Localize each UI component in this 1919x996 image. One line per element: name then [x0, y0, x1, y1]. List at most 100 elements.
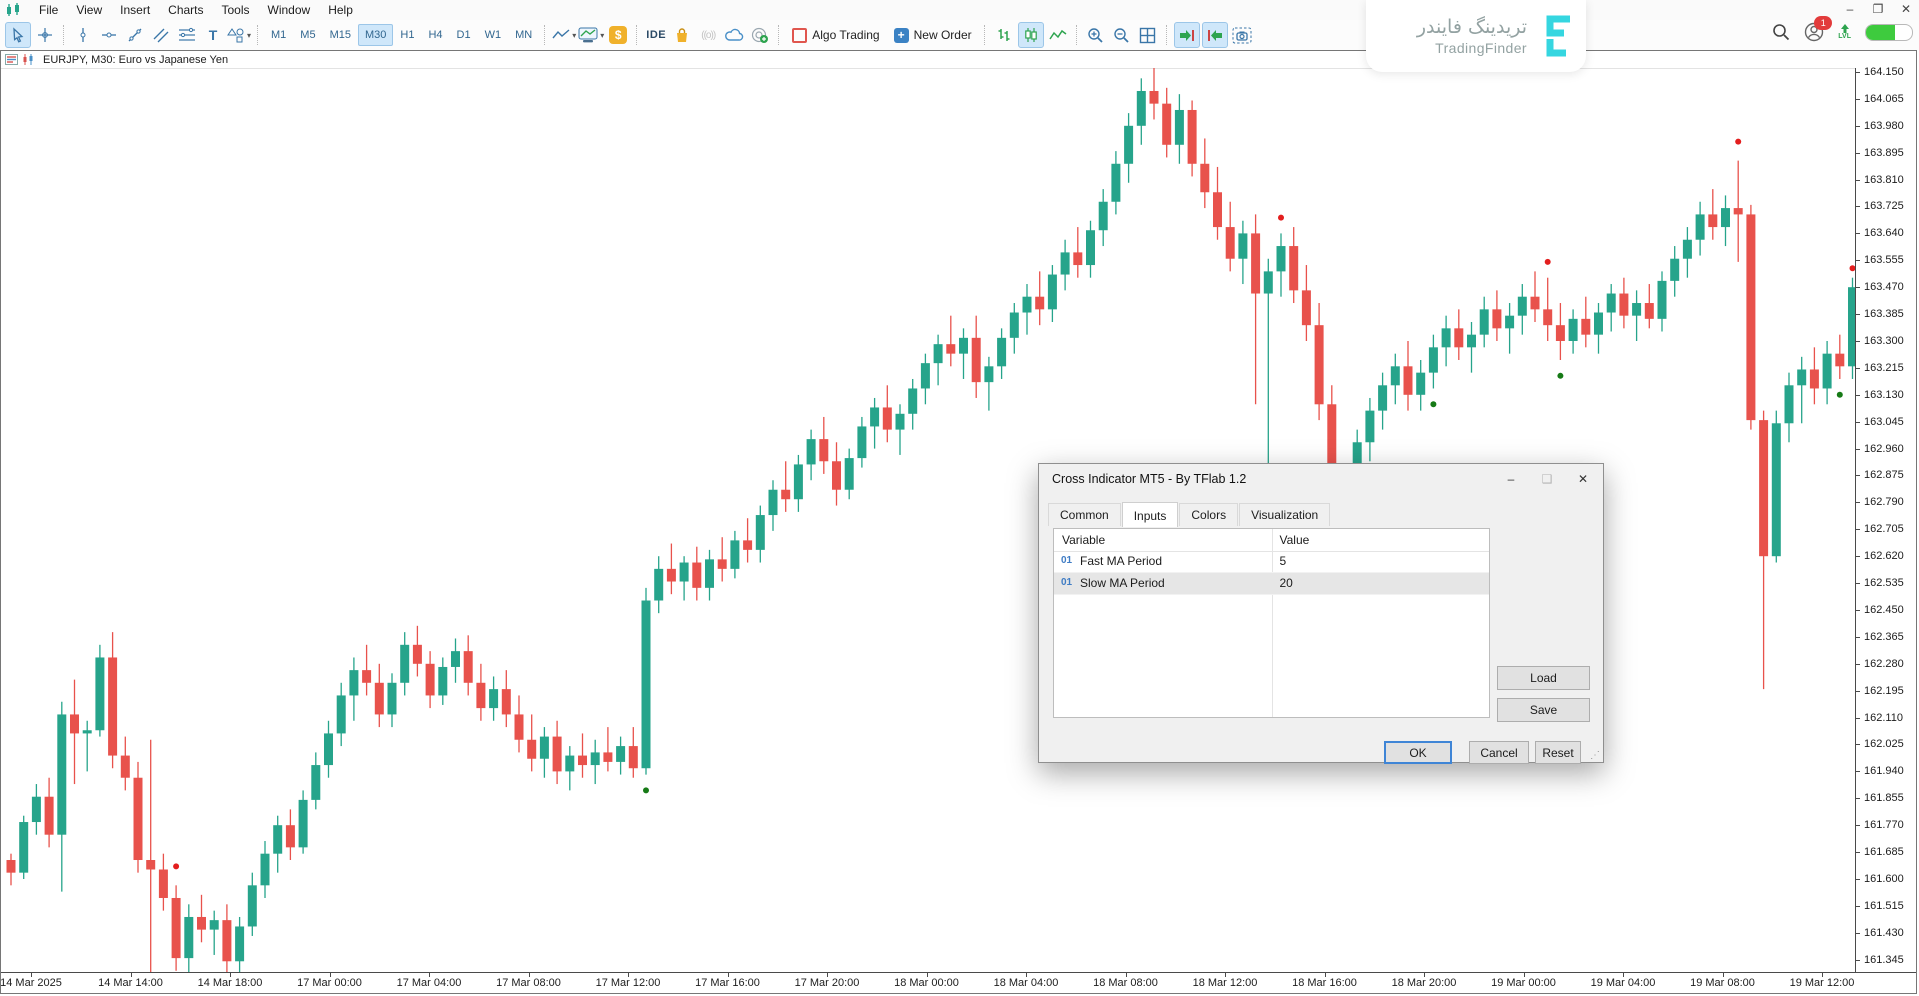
price-tick	[1856, 556, 1860, 557]
indicator-window-icon	[578, 27, 598, 43]
timeframe-m5[interactable]: M5	[293, 24, 322, 46]
timeframe-d1[interactable]: D1	[450, 24, 478, 46]
crosshair-icon	[37, 27, 53, 43]
menu-file[interactable]: File	[30, 1, 67, 19]
market-button[interactable]	[670, 23, 694, 47]
search-icon[interactable]	[1772, 23, 1790, 41]
menu-help[interactable]: Help	[319, 1, 362, 19]
line-chart-icon	[552, 28, 570, 42]
cursor-tool-button[interactable]	[5, 22, 31, 48]
channel-tool-button[interactable]	[149, 23, 173, 47]
menu-insert[interactable]: Insert	[111, 1, 159, 19]
menu-window[interactable]: Window	[259, 1, 320, 19]
cancel-button[interactable]: Cancel	[1469, 741, 1529, 764]
signals-button[interactable]: ((o))	[696, 23, 720, 47]
window-minimize-button[interactable]: –	[1841, 2, 1859, 16]
zoom-out-button[interactable]	[1110, 23, 1134, 47]
variable-value[interactable]: 20	[1280, 576, 1293, 590]
currency-button[interactable]: $	[606, 23, 630, 47]
zoom-in-button[interactable]	[1084, 23, 1108, 47]
fibonacci-tool-button[interactable]	[175, 23, 199, 47]
dialog-close-button[interactable]: ✕	[1565, 472, 1601, 486]
price-tick	[1856, 449, 1860, 450]
tab-common[interactable]: Common	[1048, 503, 1121, 526]
time-label: 19 Mar 12:00	[1790, 977, 1855, 989]
shapes-tool-button[interactable]: ▾	[227, 23, 251, 47]
price-label: 162.110	[1864, 712, 1903, 724]
ok-button[interactable]: OK	[1384, 741, 1452, 764]
menu-view[interactable]: View	[67, 1, 111, 19]
price-tick	[1856, 180, 1860, 181]
dialog-titlebar[interactable]: Cross Indicator MT5 - By TFlab 1.2 – ❑ ✕	[1039, 464, 1603, 494]
indicators-dropdown-button[interactable]: ▾	[578, 23, 604, 47]
table-rows: 01Fast MA Period501Slow MA Period20	[1054, 551, 1489, 595]
menu-tools[interactable]: Tools	[213, 1, 259, 19]
tile-windows-button[interactable]	[1136, 23, 1160, 47]
window-restore-button[interactable]: ❐	[1869, 2, 1887, 16]
price-tick	[1856, 771, 1860, 772]
mini-candles-icon[interactable]	[22, 54, 35, 65]
reset-button[interactable]: Reset	[1535, 741, 1581, 764]
time-label: 17 Mar 20:00	[795, 977, 860, 989]
line-chart-type-button[interactable]	[1046, 23, 1070, 47]
toolbar-separator	[544, 25, 546, 45]
timeframe-m15[interactable]: M15	[323, 24, 358, 46]
price-tick	[1856, 368, 1860, 369]
tab-colors[interactable]: Colors	[1179, 503, 1238, 526]
auto-scroll-button[interactable]	[1174, 22, 1200, 48]
menu-charts[interactable]: Charts	[159, 1, 212, 19]
timeframe-mn[interactable]: MN	[508, 24, 539, 46]
price-tick	[1856, 502, 1860, 503]
price-tick	[1856, 260, 1860, 261]
screenshot-button[interactable]	[1230, 23, 1254, 47]
time-label: 18 Mar 20:00	[1392, 977, 1457, 989]
text-tool-button[interactable]: T	[201, 23, 225, 47]
resize-grip[interactable]: ⋰	[1590, 750, 1600, 761]
timeframe-m1[interactable]: M1	[264, 24, 293, 46]
profile-button[interactable]: 1	[1804, 22, 1824, 42]
chart-shift-button[interactable]	[1202, 22, 1228, 48]
price-axis[interactable]: 164.150164.065163.980163.895163.810163.7…	[1855, 68, 1916, 974]
chart-type-dropdown-button[interactable]: ▾	[552, 23, 576, 47]
level-indicator[interactable]: LVL	[1838, 24, 1851, 40]
algo-trading-button[interactable]: Algo Trading	[786, 23, 885, 47]
price-label: 161.600	[1864, 873, 1904, 885]
ide-button[interactable]: IDE	[644, 23, 668, 47]
dialog-minimize-button[interactable]: –	[1493, 472, 1529, 486]
table-row[interactable]: 01Slow MA Period20	[1054, 573, 1489, 595]
shapes-icon	[227, 27, 245, 43]
inputs-table[interactable]: Variable Value 01Fast MA Period501Slow M…	[1053, 528, 1490, 718]
candle-chart-type-button[interactable]	[1018, 22, 1044, 48]
ohlc-bars-icon	[996, 27, 1012, 43]
tab-visualization[interactable]: Visualization	[1239, 503, 1330, 526]
time-axis[interactable]: 14 Mar 202514 Mar 14:0014 Mar 18:0017 Ma…	[1, 972, 1916, 993]
price-tick	[1856, 691, 1860, 692]
timeframe-w1[interactable]: W1	[478, 24, 509, 46]
load-button[interactable]: Load	[1497, 666, 1590, 690]
new-order-button[interactable]: + New Order	[888, 23, 978, 47]
price-tick	[1856, 314, 1860, 315]
time-label: 19 Mar 08:00	[1690, 977, 1755, 989]
mt5-logo-icon	[6, 3, 22, 17]
timeframe-h4[interactable]: H4	[421, 24, 449, 46]
vertical-line-tool-button[interactable]	[71, 23, 95, 47]
table-row[interactable]: 01Fast MA Period5	[1054, 551, 1489, 573]
cloud-button[interactable]	[722, 23, 746, 47]
trendline-tool-button[interactable]	[123, 23, 147, 47]
window-close-button[interactable]: ✕	[1897, 2, 1915, 16]
time-label: 18 Mar 04:00	[994, 977, 1059, 989]
timeframe-m30[interactable]: M30	[358, 24, 393, 46]
price-label: 163.045	[1864, 416, 1904, 428]
tradingfinder-fa-label: تریدینگ فایندر	[1417, 16, 1527, 38]
bar-chart-type-button[interactable]	[992, 23, 1016, 47]
crosshair-tool-button[interactable]	[33, 23, 57, 47]
tab-inputs[interactable]: Inputs	[1122, 502, 1179, 527]
save-button[interactable]: Save	[1497, 698, 1590, 722]
time-label: 17 Mar 04:00	[397, 977, 462, 989]
community-button[interactable]	[748, 23, 772, 47]
timeframe-h1[interactable]: H1	[393, 24, 421, 46]
variable-value[interactable]: 5	[1280, 554, 1287, 568]
horizontal-line-tool-button[interactable]	[97, 23, 121, 47]
market-watch-icon[interactable]	[5, 54, 18, 65]
time-label: 18 Mar 08:00	[1093, 977, 1158, 989]
